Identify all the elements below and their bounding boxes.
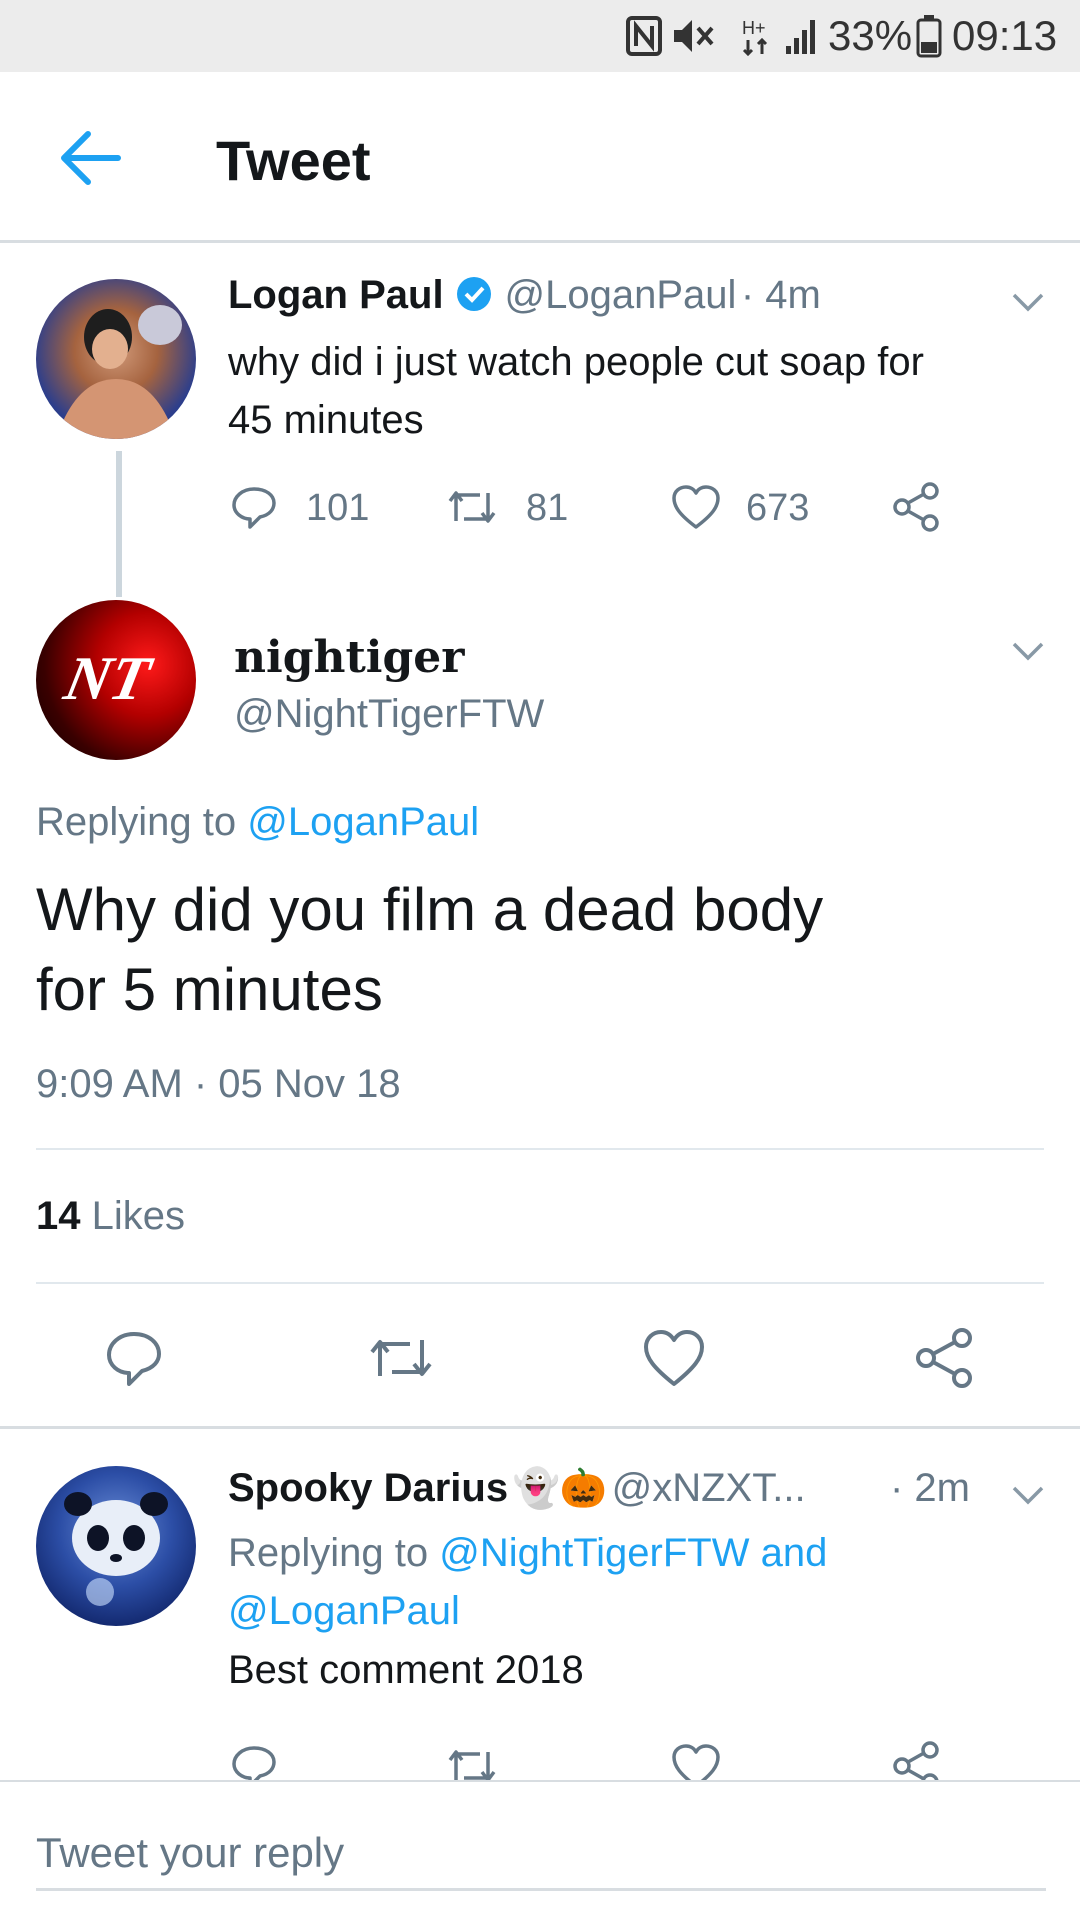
chevron-down-icon[interactable] [1010, 1484, 1046, 1508]
mention-link[interactable]: @LoganPaul [228, 1582, 827, 1640]
nfc-icon [626, 16, 662, 56]
section-divider [0, 1426, 1080, 1429]
app-header: Tweet [0, 72, 1080, 243]
mention-link[interactable]: @NightTigerFTW and [439, 1531, 827, 1575]
author-handle[interactable]: @NightTigerFTW [234, 692, 544, 737]
avatar-panda-image [64, 1492, 168, 1606]
tweet-text: Best comment 2018 [228, 1648, 584, 1692]
reply-icon[interactable] [230, 1742, 278, 1780]
author-name[interactable]: Logan Paul [228, 273, 444, 317]
replying-to: Replying to @NightTigerFTW and @LoganPau… [228, 1524, 827, 1640]
avatar-logo-text: NT [58, 645, 156, 713]
avatar-boxer-image [56, 305, 182, 439]
chevron-down-icon[interactable] [1010, 640, 1046, 664]
parent-tweet[interactable]: Logan Paul @LoganPaul · 4m why did i jus… [0, 243, 1080, 603]
avatar[interactable] [36, 1466, 196, 1626]
clock: 09:13 [952, 12, 1058, 59]
likes-summary[interactable]: 14 Likes [36, 1194, 185, 1239]
reply-tweet[interactable]: Spooky Darius 👻🎃 @xNZXT... · 2m Replying… [0, 1430, 1080, 1780]
replying-to: Replying to @LoganPaul [36, 800, 480, 844]
author-handle[interactable]: @xNZXT... [612, 1466, 806, 1510]
tweet-timestamp: 9:09 AM · 05 Nov 18 [36, 1062, 401, 1106]
tweet-time: · 4m [740, 273, 821, 317]
tweet-text: why did i just watch people cut soap for… [228, 340, 924, 442]
like-count: 673 [746, 487, 810, 529]
share-icon[interactable] [890, 481, 942, 533]
battery-icon [916, 15, 942, 58]
page-title: Tweet [216, 129, 371, 192]
tweet-header: Spooky Darius 👻🎃 @xNZXT... [228, 1466, 806, 1511]
signal-icon [786, 20, 815, 54]
tweet-header: Logan Paul @LoganPaul · 4m [228, 273, 821, 318]
retweet-icon[interactable] [368, 1330, 434, 1386]
data-hplus-icon: H+ [742, 18, 768, 56]
reply-icon[interactable] [104, 1328, 164, 1388]
verified-badge-icon [457, 277, 492, 311]
retweet-icon[interactable] [446, 1742, 498, 1780]
mention-link[interactable]: @LoganPaul [247, 800, 479, 844]
like-icon[interactable] [642, 1328, 706, 1388]
battery-percent: 33% [828, 12, 913, 59]
status-bar: H+ 33% 09:13 [0, 0, 1080, 72]
like-icon[interactable] [670, 1742, 722, 1780]
reply-icon[interactable] [230, 483, 278, 531]
divider [36, 1148, 1044, 1150]
reply-input[interactable] [36, 1818, 1046, 1891]
retweet-count: 81 [526, 487, 569, 529]
mute-icon [674, 20, 714, 52]
main-tweet: NT nightiger @NightTigerFTW Replying to … [0, 600, 1080, 1430]
author-handle[interactable]: @LoganPaul [504, 273, 736, 317]
retweet-icon[interactable] [446, 483, 498, 531]
divider [36, 1282, 1044, 1284]
chevron-down-icon[interactable] [1010, 291, 1046, 315]
name-emoji: 👻🎃 [512, 1468, 608, 1510]
reply-count: 101 [306, 487, 370, 529]
svg-text:H+: H+ [742, 18, 766, 38]
thread-line [116, 451, 122, 597]
back-arrow-icon[interactable] [58, 130, 122, 186]
share-icon[interactable] [890, 1740, 942, 1780]
author-name[interactable]: nightiger [234, 632, 464, 683]
avatar[interactable] [36, 279, 196, 439]
tweet-time: · 2m [890, 1466, 970, 1510]
author-name[interactable]: Spooky Darius [228, 1466, 508, 1510]
reply-bar [0, 1780, 1080, 1922]
tweet-text: Why did you film a dead body for 5 minut… [36, 876, 824, 1023]
like-icon[interactable] [670, 483, 722, 531]
avatar[interactable]: NT [36, 600, 196, 760]
share-icon[interactable] [912, 1326, 976, 1390]
